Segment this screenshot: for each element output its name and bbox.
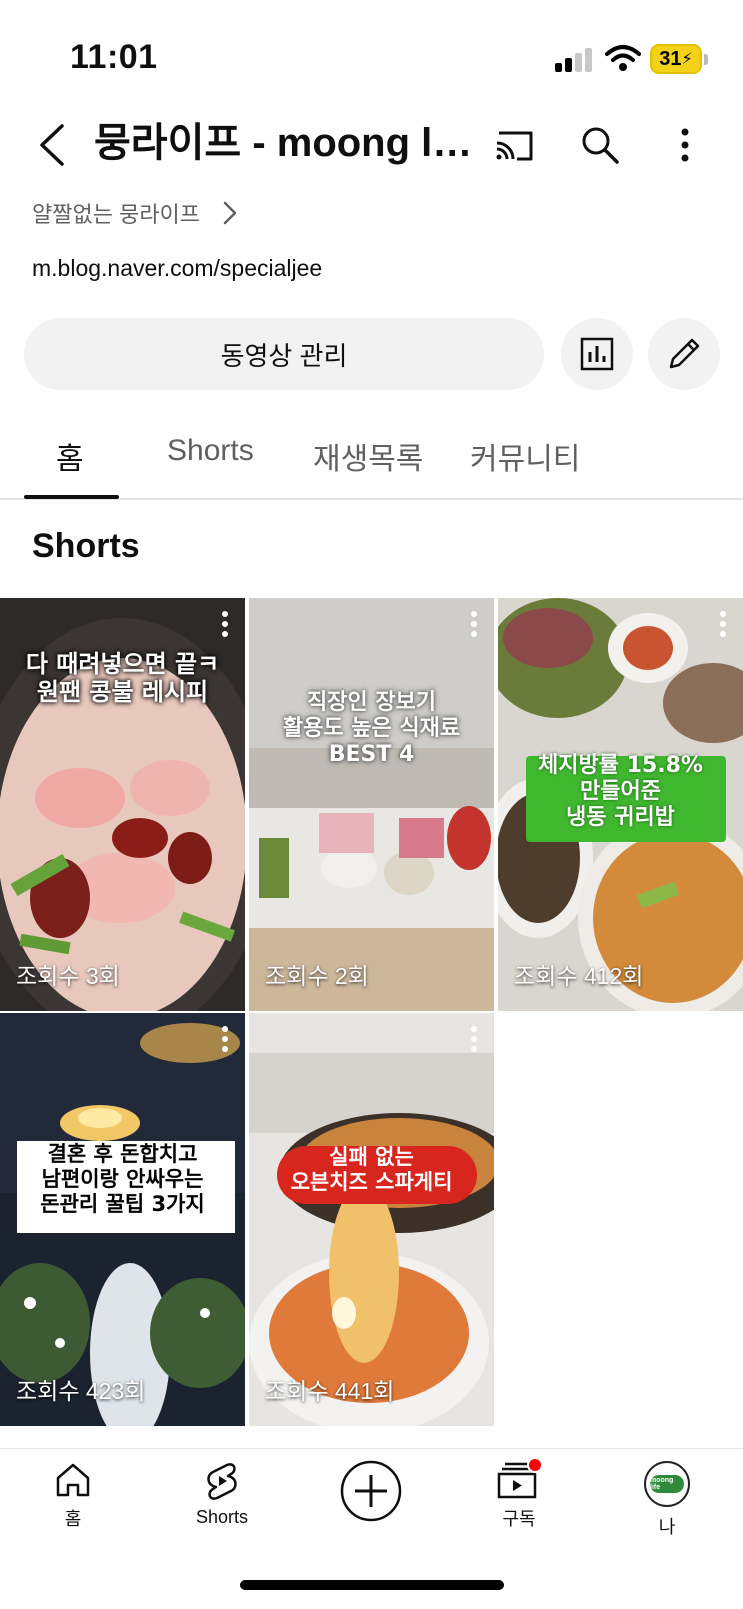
nav-subscriptions-label: 구독: [502, 1509, 536, 1529]
short-more-icon[interactable]: [717, 610, 729, 640]
cellular-signal-icon: [555, 48, 595, 72]
short-overlay-title: 직장인 장보기 활용도 높은 식재료 BEST 4: [282, 690, 461, 767]
short-card[interactable]: 다 때려넣으면 끝ㅋ 원팬 콩불 레시피 조회수 3회: [0, 598, 245, 1011]
status-bar: 11:01 31 ⚡: [0, 0, 743, 110]
chevron-right-icon: [223, 201, 237, 225]
nav-home-label: 홈: [64, 1509, 82, 1529]
short-more-icon[interactable]: [468, 610, 480, 640]
nav-you[interactable]: moong life 나: [617, 1461, 717, 1539]
create-icon: [340, 1460, 402, 1522]
short-more-icon[interactable]: [468, 1025, 480, 1055]
back-arrow-icon: [40, 124, 64, 166]
channel-header: 뭉라이프 - moong life: [0, 110, 743, 180]
nav-shorts[interactable]: Shorts: [172, 1461, 272, 1528]
search-button[interactable]: [575, 120, 625, 170]
battery-level: 31: [659, 47, 682, 70]
status-time: 11:01: [70, 38, 158, 76]
short-view-count: 조회수 441회: [265, 1378, 395, 1404]
nav-home[interactable]: 홈: [23, 1461, 123, 1531]
short-more-icon[interactable]: [219, 1025, 231, 1055]
notification-dot: [527, 1457, 543, 1473]
nav-create[interactable]: [321, 1459, 421, 1523]
channel-external-link[interactable]: m.blog.naver.com/specialjee: [32, 255, 322, 282]
home-indicator: [240, 1580, 504, 1590]
home-icon: [56, 1463, 90, 1497]
cast-icon: [496, 131, 533, 161]
short-view-count: 조회수 3회: [16, 963, 120, 989]
avatar: moong life: [644, 1461, 690, 1507]
edit-channel-button[interactable]: [648, 318, 720, 390]
short-view-count: 조회수 412회: [514, 963, 644, 989]
tab-community[interactable]: 커뮤니티: [470, 434, 580, 478]
tab-home[interactable]: 홈: [56, 434, 84, 478]
short-thumbnail: [249, 1013, 494, 1426]
short-overlay-title: 결혼 후 돈합치고 남편이랑 안싸우는 돈관리 꿀팁 3가지: [40, 1142, 205, 1216]
short-card[interactable]: 결혼 후 돈합치고 남편이랑 안싸우는 돈관리 꿀팁 3가지 조회수 423회: [0, 1013, 245, 1426]
wifi-icon: [605, 44, 641, 72]
short-card[interactable]: 직장인 장보기 활용도 높은 식재료 BEST 4 조회수 2회: [249, 598, 494, 1011]
back-button[interactable]: [28, 118, 76, 172]
more-vert-icon: [681, 128, 689, 162]
shorts-icon: [207, 1463, 237, 1500]
more-options-button[interactable]: [665, 120, 705, 170]
subscriptions-icon: [497, 1457, 543, 1499]
tab-shorts[interactable]: Shorts: [167, 434, 254, 468]
short-overlay-title: 실패 없는 오븐치즈 스파게티: [290, 1145, 453, 1194]
cast-button[interactable]: [490, 120, 540, 170]
short-card[interactable]: 실패 없는 오븐치즈 스파게티 조회수 441회: [249, 1013, 494, 1426]
active-tab-indicator: [24, 495, 119, 499]
section-title: Shorts: [32, 527, 140, 565]
nav-subscriptions[interactable]: 구독: [469, 1457, 569, 1531]
search-icon: [582, 127, 619, 164]
pencil-icon: [669, 338, 700, 369]
short-card[interactable]: 체지방률 15.8% 만들어준 냉동 귀리밥 조회수 412회: [498, 598, 743, 1011]
short-more-icon[interactable]: [219, 610, 231, 640]
analytics-button[interactable]: [561, 318, 633, 390]
short-overlay-title: 다 때려넣으면 끝ㅋ 원팬 콩불 레시피: [25, 650, 220, 707]
channel-title: 뭉라이프 - moong life: [94, 121, 474, 165]
channel-description-link[interactable]: 얄짤없는 뭉라이프: [32, 196, 238, 230]
short-view-count: 조회수 423회: [16, 1378, 146, 1404]
channel-tabs: 홈 Shorts 재생목록 커뮤니티: [0, 420, 743, 500]
bottom-navigation: 홈 Shorts 구독 moong life 나: [0, 1448, 743, 1568]
channel-description: 얄짤없는 뭉라이프: [32, 202, 201, 227]
nav-you-label: 나: [658, 1517, 676, 1537]
analytics-icon: [580, 337, 614, 371]
tab-playlists[interactable]: 재생목록: [313, 434, 423, 478]
short-view-count: 조회수 2회: [265, 963, 369, 989]
nav-shorts-label: Shorts: [195, 1507, 249, 1527]
short-thumbnail: [249, 598, 494, 1011]
battery-icon: 31 ⚡: [650, 44, 708, 74]
manage-videos-button[interactable]: 동영상 관리: [24, 318, 544, 390]
short-overlay-title: 체지방률 15.8% 만들어준 냉동 귀리밥: [538, 753, 703, 830]
avatar-badge: moong life: [650, 1475, 684, 1493]
